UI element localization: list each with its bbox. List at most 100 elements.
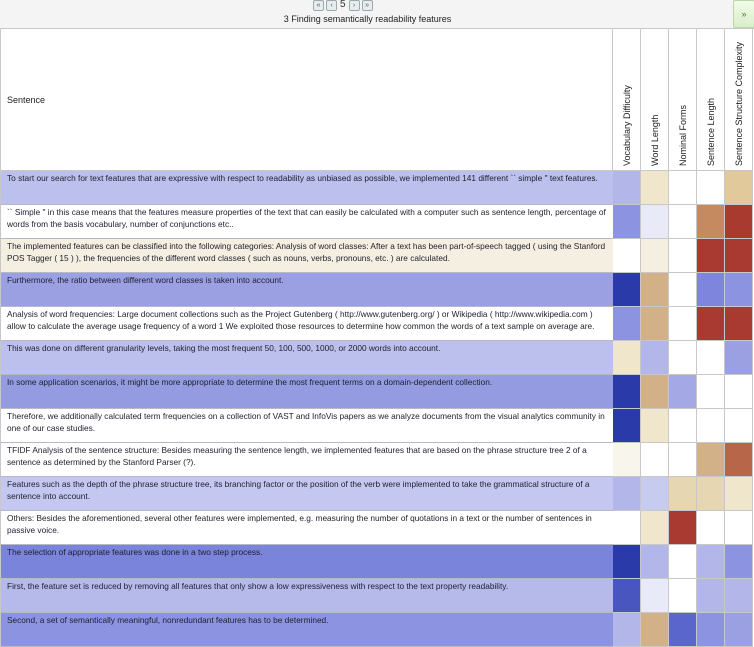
- feature-value-cell[interactable]: [697, 443, 725, 477]
- feature-value-cell[interactable]: [725, 307, 753, 341]
- feature-header-word-length[interactable]: Word Length: [641, 29, 669, 171]
- next-page-button[interactable]: ›: [348, 0, 360, 11]
- sentence-cell[interactable]: First, the feature set is reduced by rem…: [0, 579, 613, 613]
- feature-value-cell[interactable]: [725, 409, 753, 443]
- feature-value-cell[interactable]: [669, 477, 697, 511]
- feature-value-cell[interactable]: [697, 579, 725, 613]
- feature-value-cell[interactable]: [669, 579, 697, 613]
- section-title: 3 Finding semantically readability featu…: [283, 14, 452, 24]
- feature-value-cell[interactable]: [613, 409, 641, 443]
- feature-value-cell[interactable]: [613, 307, 641, 341]
- feature-header-sentence-structure-complexity[interactable]: Sentence Structure Complexity: [725, 29, 753, 171]
- feature-value-cell[interactable]: [613, 273, 641, 307]
- feature-value-cell[interactable]: [725, 341, 753, 375]
- prev-page-button[interactable]: ‹: [326, 0, 337, 11]
- feature-value-cell[interactable]: [669, 511, 697, 545]
- sentence-cell[interactable]: Features such as the depth of the phrase…: [0, 477, 613, 511]
- feature-header-nominal-forms[interactable]: Nominal Forms: [669, 29, 697, 171]
- feature-value-cell[interactable]: [641, 511, 669, 545]
- feature-value-cell[interactable]: [641, 477, 669, 511]
- pager: « ‹ 5 › »: [313, 0, 373, 11]
- feature-value-cell[interactable]: [697, 409, 725, 443]
- feature-value-cell[interactable]: [641, 171, 669, 205]
- feature-value-cell[interactable]: [641, 341, 669, 375]
- feature-value-cell[interactable]: [613, 511, 641, 545]
- feature-value-cell[interactable]: [669, 613, 697, 647]
- feature-header-vocabulary-difficulty[interactable]: Vocabulary Difficulty: [613, 29, 641, 171]
- feature-header-sentence-length[interactable]: Sentence Length: [697, 29, 725, 171]
- sentence-cell[interactable]: The selection of appropriate features wa…: [0, 545, 613, 579]
- feature-value-cell[interactable]: [669, 375, 697, 409]
- feature-value-cell[interactable]: [697, 375, 725, 409]
- sentence-cell[interactable]: Furthermore, the ratio between different…: [0, 273, 613, 307]
- feature-value-cell[interactable]: [613, 579, 641, 613]
- feature-value-cell[interactable]: [725, 545, 753, 579]
- feature-value-cell[interactable]: [725, 613, 753, 647]
- feature-value-cell[interactable]: [697, 545, 725, 579]
- feature-value-cell[interactable]: [725, 579, 753, 613]
- feature-value-cell[interactable]: [725, 477, 753, 511]
- feature-value-cell[interactable]: [669, 273, 697, 307]
- feature-value-cell[interactable]: [725, 171, 753, 205]
- sentence-cell[interactable]: `` Simple " in this case means that the …: [0, 205, 613, 239]
- feature-value-cell[interactable]: [613, 545, 641, 579]
- feature-value-cell[interactable]: [613, 239, 641, 273]
- sentence-cell[interactable]: Others: Besides the aforementioned, seve…: [0, 511, 613, 545]
- feature-value-cell[interactable]: [669, 171, 697, 205]
- sentence-cell[interactable]: To start our search for text features th…: [0, 171, 613, 205]
- feature-value-cell[interactable]: [697, 477, 725, 511]
- sentence-cell[interactable]: Second, a set of semantically meaningful…: [0, 613, 613, 647]
- feature-value-cell[interactable]: [725, 205, 753, 239]
- feature-value-cell[interactable]: [669, 307, 697, 341]
- feature-value-cell[interactable]: [641, 613, 669, 647]
- feature-value-cell[interactable]: [641, 443, 669, 477]
- sentence-cell[interactable]: The implemented features can be classifi…: [0, 239, 613, 273]
- feature-value-cell[interactable]: [641, 205, 669, 239]
- sentence-cell[interactable]: Analysis of word frequencies: Large docu…: [0, 307, 613, 341]
- feature-value-cell[interactable]: [697, 511, 725, 545]
- sentence-cell[interactable]: In some application scenarios, it might …: [0, 375, 613, 409]
- feature-value-cell[interactable]: [697, 239, 725, 273]
- feature-value-cell[interactable]: [697, 171, 725, 205]
- feature-value-cell[interactable]: [669, 205, 697, 239]
- feature-value-cell[interactable]: [697, 341, 725, 375]
- feature-value-cell[interactable]: [669, 341, 697, 375]
- feature-value-cell[interactable]: [697, 273, 725, 307]
- feature-value-cell[interactable]: [725, 239, 753, 273]
- feature-value-cell[interactable]: [725, 443, 753, 477]
- last-page-button[interactable]: »: [361, 0, 373, 11]
- feature-value-cell[interactable]: [613, 341, 641, 375]
- feature-value-cell[interactable]: [613, 443, 641, 477]
- feature-value-cell[interactable]: [697, 613, 725, 647]
- feature-value-cell[interactable]: [641, 307, 669, 341]
- feature-value-cell[interactable]: [697, 307, 725, 341]
- sentence-cell[interactable]: TFIDF Analysis of the sentence structure…: [0, 443, 613, 477]
- feature-value-cell[interactable]: [669, 239, 697, 273]
- feature-value-cell[interactable]: [725, 511, 753, 545]
- sentence-cell[interactable]: Therefore, we additionally calculated te…: [0, 409, 613, 443]
- feature-value-cell[interactable]: [641, 409, 669, 443]
- toolbar: « ‹ 5 › » 3 Finding semantically readabi…: [0, 0, 754, 28]
- feature-value-cell[interactable]: [697, 205, 725, 239]
- feature-header-label: Vocabulary Difficulty: [621, 85, 632, 166]
- feature-value-cell[interactable]: [725, 375, 753, 409]
- feature-value-cell[interactable]: [641, 579, 669, 613]
- first-page-button[interactable]: «: [313, 0, 324, 11]
- feature-value-cell[interactable]: [641, 273, 669, 307]
- feature-value-cell[interactable]: [669, 545, 697, 579]
- feature-value-cell[interactable]: [613, 477, 641, 511]
- feature-value-cell[interactable]: [641, 375, 669, 409]
- feature-value-cell[interactable]: [641, 239, 669, 273]
- feature-header-label: Nominal Forms: [677, 104, 688, 166]
- feature-value-cell[interactable]: [613, 171, 641, 205]
- feature-value-cell[interactable]: [613, 375, 641, 409]
- expand-panel-button[interactable]: »: [733, 0, 754, 28]
- readability-table: Sentence Vocabulary Difficulty Word Leng…: [0, 28, 754, 647]
- feature-value-cell[interactable]: [725, 273, 753, 307]
- feature-value-cell[interactable]: [669, 409, 697, 443]
- feature-value-cell[interactable]: [613, 205, 641, 239]
- feature-value-cell[interactable]: [641, 545, 669, 579]
- feature-value-cell[interactable]: [613, 613, 641, 647]
- feature-value-cell[interactable]: [669, 443, 697, 477]
- sentence-cell[interactable]: This was done on different granularity l…: [0, 341, 613, 375]
